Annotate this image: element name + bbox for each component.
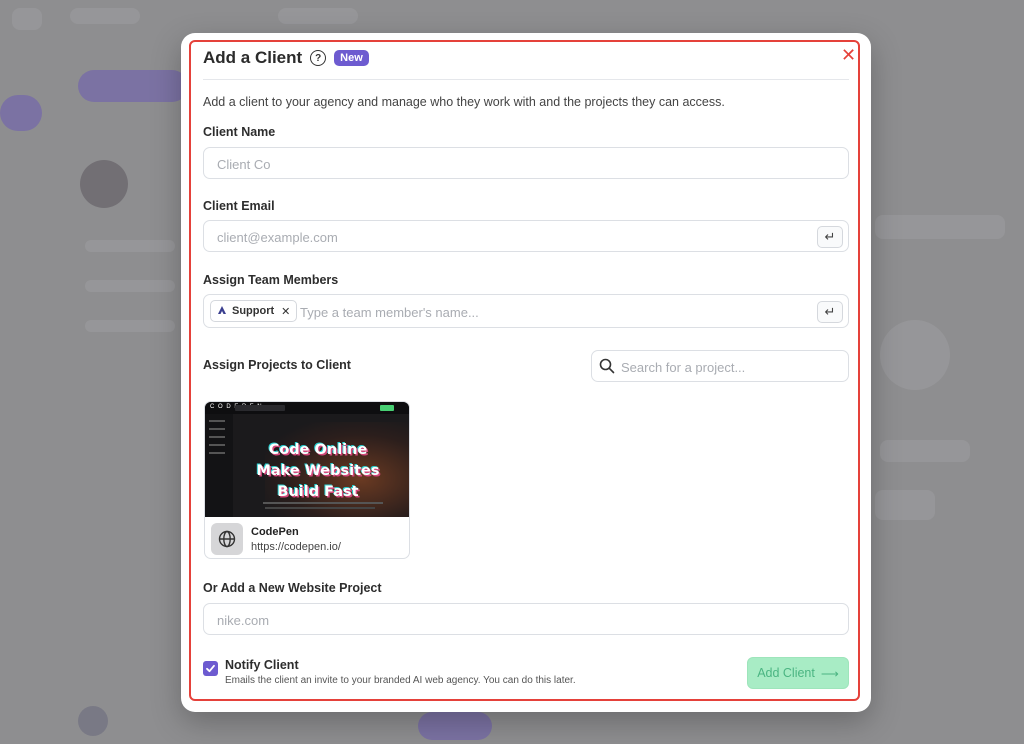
modal-title: Add a Client xyxy=(203,48,303,67)
enter-icon: ↵ xyxy=(824,304,836,319)
team-member-chip-label: Support xyxy=(232,305,275,317)
header-divider xyxy=(203,79,849,80)
team-member-chip: Support ✕ xyxy=(210,300,298,322)
enter-icon: ↵ xyxy=(824,229,836,244)
help-icon[interactable]: ? xyxy=(310,50,327,66)
assign-projects-label: Assign Projects to Client xyxy=(203,358,351,372)
globe-icon xyxy=(211,523,243,555)
client-email-field: ↵ xyxy=(203,220,849,253)
support-logo-icon xyxy=(217,305,227,318)
notify-client-label: Notify Client xyxy=(225,658,299,672)
client-name-input[interactable] xyxy=(215,148,799,180)
arrow-right-icon: ⟶ xyxy=(820,666,839,681)
project-search-field xyxy=(591,350,849,383)
add-client-label: Add Client xyxy=(757,666,815,680)
project-search-input[interactable] xyxy=(619,351,843,383)
close-icon[interactable]: ✕ xyxy=(841,46,856,64)
modal-description: Add a client to your agency and manage w… xyxy=(203,95,725,109)
client-email-input[interactable] xyxy=(215,221,799,253)
search-icon xyxy=(599,358,615,379)
project-name: CodePen xyxy=(251,526,299,538)
client-name-field xyxy=(203,147,849,180)
email-enter-button[interactable]: ↵ xyxy=(817,226,843,248)
new-project-input[interactable] xyxy=(215,604,799,636)
team-members-field: Support ✕ ↵ xyxy=(203,294,849,329)
new-project-field xyxy=(203,603,849,636)
project-url: https://codepen.io/ xyxy=(251,541,341,553)
thumbnail-headline: Code Online Make Websites Build Fast xyxy=(256,442,380,500)
project-card[interactable]: C O D E P E N Code Online Make Websites … xyxy=(204,401,410,559)
project-thumbnail: C O D E P E N Code Online Make Websites … xyxy=(205,402,409,517)
add-client-button[interactable]: Add Client ⟶ xyxy=(747,657,849,689)
new-project-label: Or Add a New Website Project xyxy=(203,581,382,595)
client-name-label: Client Name xyxy=(203,125,276,139)
team-enter-button[interactable]: ↵ xyxy=(817,301,843,323)
remove-chip-icon[interactable]: ✕ xyxy=(281,305,290,318)
notify-checkbox[interactable] xyxy=(203,661,218,676)
notify-client-description: Emails the client an invite to your bran… xyxy=(225,675,576,686)
new-badge: New xyxy=(334,50,369,66)
team-member-input[interactable] xyxy=(298,295,802,329)
client-email-label: Client Email xyxy=(203,199,275,213)
modal-header: Add a Client ? New xyxy=(203,47,369,69)
team-members-label: Assign Team Members xyxy=(203,273,339,287)
